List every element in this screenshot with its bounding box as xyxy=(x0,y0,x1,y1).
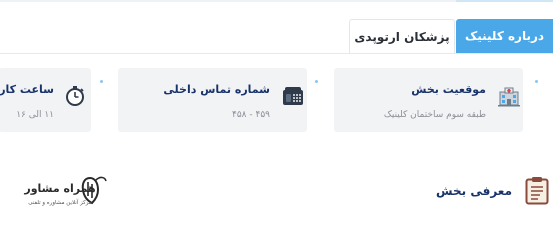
telephone-icon xyxy=(283,87,303,105)
card-subtitle: ۱۱ الی ۱۶ xyxy=(16,110,54,120)
card-title: ساعت کاری xyxy=(0,83,54,96)
clipboard-icon xyxy=(525,177,549,205)
hospital-building-icon xyxy=(498,87,520,107)
bullet-dot xyxy=(315,80,318,83)
info-card-phone: شماره تماس داخلی ۴۵۹ - ۴۵۸ xyxy=(118,68,307,132)
info-card-location: موقعیت بخش طبقه سوم ساختمان کلینیک xyxy=(334,68,523,132)
svg-text:مرکز آنلاین مشاوره و تلفنی: مرکز آنلاین مشاوره و تلفنی xyxy=(28,199,91,206)
card-title: موقعیت بخش xyxy=(411,83,486,96)
svg-text:همراه مشاور: همراه مشاور xyxy=(23,182,95,195)
tab-strip-divider xyxy=(0,53,553,54)
section-title: معرفی بخش xyxy=(436,184,512,198)
top-border-accent xyxy=(456,0,553,2)
hamrah-moshaver-logo: همراه مشاور مرکز آنلاین مشاوره و تلفنی xyxy=(23,176,107,206)
bullet-dot xyxy=(535,80,538,83)
tab-orthopedic-doctors[interactable]: پزشکان ارتوپدی xyxy=(349,19,455,53)
bullet-dot xyxy=(100,80,103,83)
card-subtitle: طبقه سوم ساختمان کلینیک xyxy=(383,110,486,120)
info-card-hours: ساعت کاری ۱۱ الی ۱۶ xyxy=(0,68,91,132)
stopwatch-icon xyxy=(66,86,84,106)
tab-about-clinic[interactable]: درباره کلینیک xyxy=(456,19,553,53)
top-border xyxy=(0,0,553,2)
card-title: شماره تماس داخلی xyxy=(163,83,270,96)
card-subtitle: ۴۵۹ - ۴۵۸ xyxy=(231,110,270,120)
